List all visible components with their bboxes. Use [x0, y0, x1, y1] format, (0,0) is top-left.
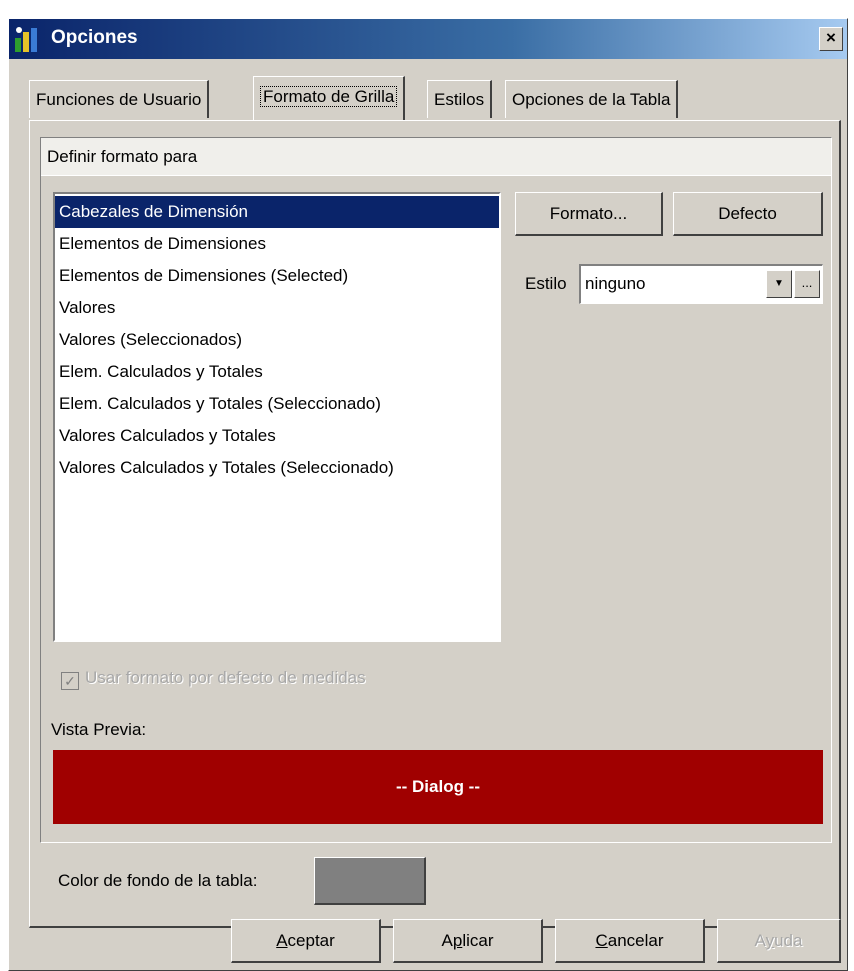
- format-target-list[interactable]: Cabezales de Dimensión Elementos de Dime…: [53, 192, 501, 642]
- help-prefix: A: [754, 931, 766, 950]
- apply-prefix: A: [441, 931, 453, 950]
- tab-label: Formato de Grilla: [260, 86, 398, 107]
- accept-rest: ceptar: [287, 931, 335, 950]
- cancel-rest: ancelar: [607, 931, 664, 950]
- list-item[interactable]: Cabezales de Dimensión: [55, 196, 499, 228]
- list-item[interactable]: Valores Calculados y Totales: [55, 420, 499, 452]
- apply-button[interactable]: Aplicar: [393, 919, 543, 963]
- list-item[interactable]: Valores Calculados y Totales (Selecciona…: [55, 452, 499, 484]
- format-button[interactable]: Formato...: [515, 192, 663, 236]
- group-header: Definir formato para: [41, 138, 831, 176]
- preview-label: Vista Previa:: [51, 720, 147, 739]
- tab-label: Funciones de Usuario: [36, 90, 202, 109]
- cancel-button[interactable]: Cancelar: [555, 919, 705, 963]
- help-rest: uda: [774, 931, 803, 950]
- checkbox-label: Usar formato por defecto de medidas: [85, 668, 366, 687]
- apply-rest: licar: [462, 931, 494, 950]
- tab-funciones-de-usuario[interactable]: Funciones de Usuario: [29, 80, 210, 118]
- list-item[interactable]: Elem. Calculados y Totales (Seleccionado…: [55, 388, 499, 420]
- list-item[interactable]: Valores (Seleccionados): [55, 324, 499, 356]
- help-button[interactable]: Ayuda: [717, 919, 841, 963]
- tab-estilos[interactable]: Estilos: [427, 80, 493, 118]
- list-item[interactable]: Elementos de Dimensiones (Selected): [55, 260, 499, 292]
- tab-label: Opciones de la Tabla: [512, 90, 671, 109]
- preview-box: -- Dialog --: [53, 750, 823, 824]
- list-item[interactable]: Elem. Calculados y Totales: [55, 356, 499, 388]
- accept-mnemonic: A: [276, 931, 288, 950]
- title-bar[interactable]: Opciones ×: [9, 19, 847, 59]
- list-item[interactable]: Valores: [55, 292, 499, 324]
- format-group: Definir formato para Cabezales de Dimens…: [40, 137, 832, 843]
- preview-text: -- Dialog --: [395, 777, 481, 796]
- apply-mnemonic: p: [452, 931, 463, 950]
- cancel-mnemonic: C: [595, 931, 608, 950]
- tab-formato-de-grilla[interactable]: Formato de Grilla: [253, 76, 406, 120]
- help-mnemonic: y: [765, 931, 775, 950]
- tab-opciones-de-la-tabla[interactable]: Opciones de la Tabla: [505, 80, 679, 118]
- tab-label: Estilos: [434, 90, 485, 109]
- use-default-format-checkbox[interactable]: ✓ Usar formato por defecto de medidas: [61, 668, 366, 690]
- window-title: Opciones: [51, 27, 138, 48]
- style-select-value: ninguno: [585, 274, 646, 293]
- chevron-down-icon[interactable]: ▼: [766, 270, 792, 298]
- browse-button[interactable]: ...: [794, 270, 820, 298]
- accept-button[interactable]: Aceptar: [231, 919, 381, 963]
- style-label: Estilo: [525, 274, 567, 293]
- list-item[interactable]: Elementos de Dimensiones: [55, 228, 499, 260]
- app-icon: [15, 27, 37, 52]
- table-bg-color-button[interactable]: [314, 857, 426, 905]
- default-button[interactable]: Defecto: [673, 192, 823, 236]
- close-icon: ×: [826, 28, 836, 47]
- tab-panel: Definir formato para Cabezales de Dimens…: [29, 120, 841, 928]
- table-bg-color-label: Color de fondo de la tabla:: [58, 871, 258, 890]
- options-dialog: Opciones × Funciones de Usuario Formato …: [8, 18, 848, 971]
- style-select[interactable]: ninguno ▼ ...: [579, 264, 823, 304]
- checkbox-check-icon: ✓: [61, 672, 79, 690]
- close-button[interactable]: ×: [819, 27, 843, 51]
